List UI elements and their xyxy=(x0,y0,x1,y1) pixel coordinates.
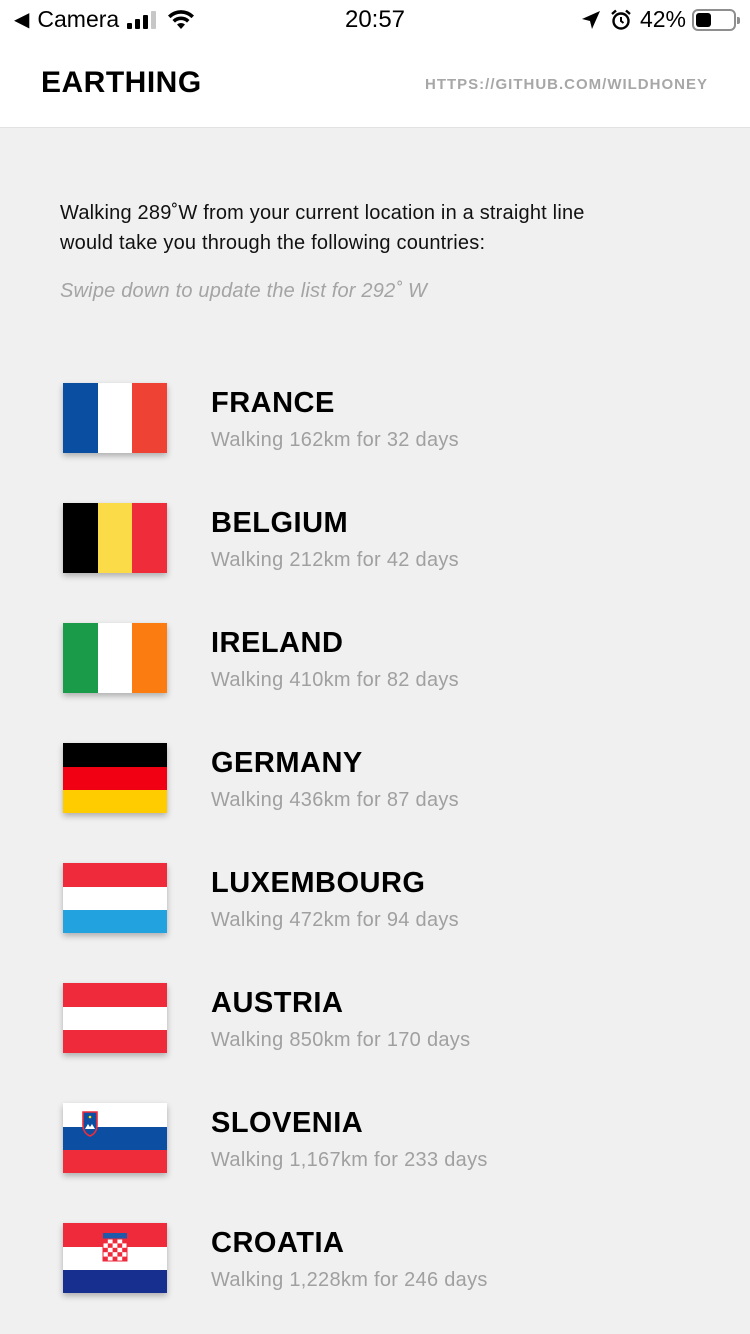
flag-belgium-icon xyxy=(63,503,167,573)
intro-line-1: Walking 289˚W from your current location… xyxy=(60,202,585,224)
list-item[interactable]: LUXEMBOURG Walking 472km for 94 days xyxy=(0,848,750,968)
intro-line-2: would take you through the following cou… xyxy=(60,232,486,254)
app-screen: ◀ Camera 20:57 42% EARTHING HTTPS://GITH… xyxy=(0,0,750,1334)
status-bar: ◀ Camera 20:57 42% xyxy=(0,0,750,40)
country-detail: Walking 1,167km for 233 days xyxy=(211,1149,488,1171)
app-header: EARTHING HTTPS://GITHUB.COM/WILDHONEY xyxy=(0,40,750,128)
github-link[interactable]: HTTPS://GITHUB.COM/WILDHONEY xyxy=(425,76,708,93)
country-name: AUSTRIA xyxy=(211,987,344,1019)
country-name: GERMANY xyxy=(211,747,363,779)
country-name: LUXEMBOURG xyxy=(211,867,426,899)
battery-level xyxy=(696,12,712,27)
list-item[interactable]: FRANCE Walking 162km for 32 days xyxy=(0,368,750,488)
list-item[interactable]: GERMANY Walking 436km for 87 days xyxy=(0,728,750,848)
battery-percentage: 42% xyxy=(639,6,686,32)
country-detail: Walking 472km for 94 days xyxy=(211,909,459,931)
intro-text: Walking 289˚W from your current location… xyxy=(60,198,680,258)
list-item[interactable]: SLOVENIA Walking 1,167km for 233 days xyxy=(0,1088,750,1208)
flag-slovenia-icon xyxy=(63,1103,167,1173)
country-name: IRELAND xyxy=(211,627,344,659)
country-name: FRANCE xyxy=(211,387,335,419)
flag-luxembourg-icon xyxy=(63,863,167,933)
app-title: EARTHING xyxy=(41,66,202,99)
flag-ireland-icon xyxy=(63,623,167,693)
alarm-icon xyxy=(611,9,631,30)
country-name: BELGIUM xyxy=(211,507,349,539)
list-item[interactable]: BELGIUM Walking 212km for 42 days xyxy=(0,488,750,608)
country-detail: Walking 212km for 42 days xyxy=(211,549,459,571)
country-detail: Walking 410km for 82 days xyxy=(211,669,459,691)
flag-france-icon xyxy=(63,383,167,453)
list-item[interactable]: AUSTRIA Walking 850km for 170 days xyxy=(0,968,750,1088)
flag-austria-icon xyxy=(63,983,167,1053)
flag-germany-icon xyxy=(63,743,167,813)
country-detail: Walking 162km for 32 days xyxy=(211,429,459,451)
list-item[interactable]: IRELAND Walking 410km for 82 days xyxy=(0,608,750,728)
status-right: 42% xyxy=(580,6,740,33)
battery-icon xyxy=(692,8,740,31)
location-arrow-icon xyxy=(581,10,600,29)
country-name: CROATIA xyxy=(211,1227,345,1259)
country-name: SLOVENIA xyxy=(211,1107,364,1139)
country-detail: Walking 436km for 87 days xyxy=(211,789,459,811)
country-detail: Walking 850km for 170 days xyxy=(211,1029,471,1051)
swipe-hint: Swipe down to update the list for 292˚ W xyxy=(60,280,428,302)
list-item[interactable]: CROATIA Walking 1,228km for 246 days xyxy=(0,1208,750,1328)
country-list: FRANCE Walking 162km for 32 days BELGIUM… xyxy=(0,368,750,1328)
country-detail: Walking 1,228km for 246 days xyxy=(211,1269,488,1291)
flag-croatia-icon xyxy=(63,1223,167,1293)
